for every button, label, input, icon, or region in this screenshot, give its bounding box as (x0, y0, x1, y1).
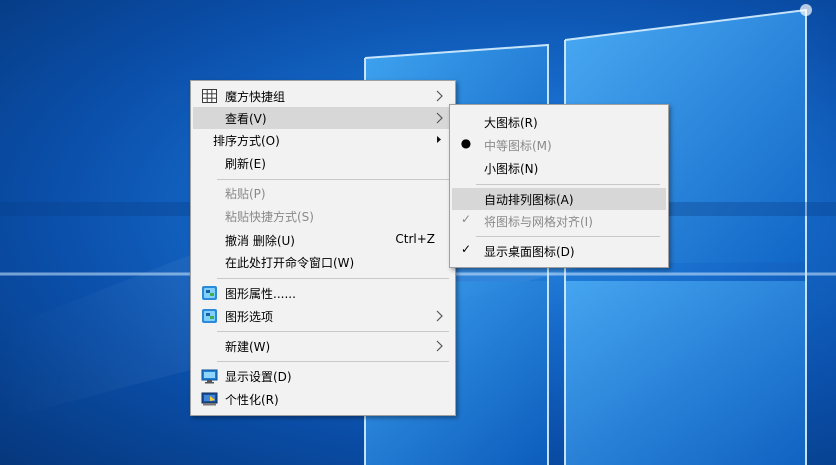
menu-separator (217, 331, 449, 332)
chevron-right-icon (433, 90, 445, 102)
grid-icon (201, 88, 218, 104)
menu-item-graphics-properties[interactable]: 图形属性...... (193, 282, 453, 304)
graphics-icon (201, 285, 218, 301)
bullet-icon: ● (460, 136, 472, 150)
checkmark-icon: ✓ (460, 242, 472, 256)
menu-item-label: 粘贴(P) (225, 187, 266, 201)
submenu-item-label: 自动排列图标(A) (484, 193, 574, 207)
submenu-item-show-desktop-icons[interactable]: ✓ 显示桌面图标(D) (452, 240, 666, 262)
view-submenu: 大图标(R) ● 中等图标(M) 小图标(N) 自动排列图标(A) ✓ 将图标与… (449, 104, 669, 268)
menu-separator (476, 184, 660, 185)
menu-item-open-command-window[interactable]: 在此处打开命令窗口(W) (193, 251, 453, 273)
menu-item-label: 魔方快捷组 (225, 90, 286, 104)
menu-separator (217, 278, 449, 279)
menu-separator (476, 236, 660, 237)
personalize-icon (201, 391, 218, 407)
menu-item-refresh[interactable]: 刷新(E) (193, 152, 453, 174)
menu-item-label: 查看(V) (225, 112, 267, 126)
shortcut-label: Ctrl+Z (395, 232, 435, 246)
menu-item-view[interactable]: 查看(V) (193, 107, 453, 129)
checkmark-icon: ✓ (460, 212, 472, 226)
menu-separator (217, 361, 449, 362)
desktop-context-menu: 魔方快捷组 查看(V) 排序方式(O) 刷新(E) 粘贴(P) 粘贴快捷方式(S… (190, 80, 456, 416)
submenu-item-align-to-grid[interactable]: ✓ 将图标与网格对齐(I) (452, 210, 666, 232)
submenu-item-label: 将图标与网格对齐(I) (484, 215, 593, 229)
submenu-item-label: 中等图标(M) (484, 139, 552, 153)
graphics-icon (201, 308, 218, 324)
submenu-item-label: 小图标(N) (484, 162, 539, 176)
menu-item-label: 撤消 删除(U) (225, 234, 295, 248)
menu-item-label: 图形属性...... (225, 287, 296, 301)
menu-item-mofang-quick-group[interactable]: 魔方快捷组 (193, 85, 453, 107)
submenu-item-auto-arrange[interactable]: 自动排列图标(A) (452, 188, 666, 210)
menu-item-paste-shortcut[interactable]: 粘贴快捷方式(S) (193, 205, 453, 227)
chevron-right-icon (433, 340, 445, 352)
menu-item-display-settings[interactable]: 显示设置(D) (193, 365, 453, 387)
menu-item-graphics-options[interactable]: 图形选项 (193, 305, 453, 327)
menu-item-label: 粘贴快捷方式(S) (225, 210, 314, 224)
menu-item-undo-delete[interactable]: 撤消 删除(U) Ctrl+Z (193, 229, 453, 251)
chevron-right-icon (433, 112, 445, 124)
menu-item-sort-by[interactable]: 排序方式(O) (193, 129, 453, 151)
chevron-right-icon (433, 310, 445, 322)
menu-item-new[interactable]: 新建(W) (193, 335, 453, 357)
menu-item-label: 图形选项 (225, 310, 274, 324)
menu-item-label: 排序方式(O) (213, 134, 280, 148)
caret-right-icon (433, 134, 445, 146)
menu-item-paste[interactable]: 粘贴(P) (193, 182, 453, 204)
submenu-item-large-icons[interactable]: 大图标(R) (452, 111, 666, 133)
menu-separator (217, 179, 449, 180)
submenu-item-small-icons[interactable]: 小图标(N) (452, 157, 666, 179)
submenu-item-medium-icons[interactable]: ● 中等图标(M) (452, 134, 666, 156)
menu-item-personalize[interactable]: 个性化(R) (193, 388, 453, 410)
display-icon (201, 368, 218, 384)
submenu-item-label: 显示桌面图标(D) (484, 245, 575, 259)
menu-item-label: 显示设置(D) (225, 370, 292, 384)
menu-item-label: 新建(W) (225, 340, 271, 354)
menu-item-label: 在此处打开命令窗口(W) (225, 256, 355, 270)
menu-item-label: 个性化(R) (225, 393, 279, 407)
submenu-item-label: 大图标(R) (484, 116, 538, 130)
menu-item-label: 刷新(E) (225, 157, 266, 171)
